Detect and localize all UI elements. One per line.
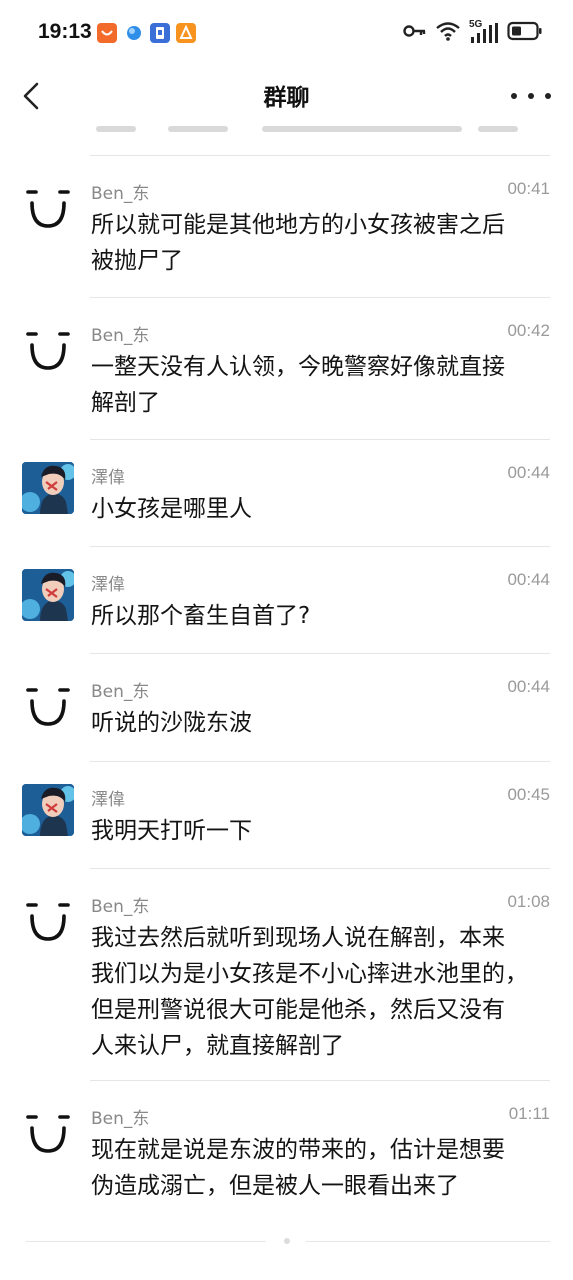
message-text: 所以那个畜生自首了? — [91, 603, 311, 629]
message-item[interactable]: Ben_东 00:42 一整天没有人认领，今晚警察好像就直接 解剖了 — [0, 298, 573, 439]
message-text: 我过去然后就听到现场人说在解剖，本来 我们以为是小女孩是不小心摔进水池里的， 但… — [91, 925, 528, 1059]
message-time: 00:44 — [507, 463, 550, 482]
message-time: 01:11 — [508, 1104, 550, 1123]
photo-avatar[interactable] — [22, 462, 74, 514]
app-notification-icon-orange — [97, 23, 117, 43]
sender-name: 澤偉 — [91, 575, 125, 595]
more-button[interactable] — [511, 78, 551, 114]
message-time: 01:08 — [507, 892, 550, 911]
sender-name: Ben_东 — [91, 326, 150, 346]
message-time: 00:44 — [507, 677, 550, 696]
smiley-face-avatar[interactable] — [22, 895, 74, 947]
nav-bar: 群聊 — [0, 66, 573, 126]
message-time: 00:42 — [507, 321, 550, 340]
battery-icon — [507, 21, 543, 45]
key-icon — [403, 23, 427, 43]
sender-name: 澤偉 — [91, 790, 125, 810]
message-item[interactable]: 澤偉 00:44 小女孩是哪里人 — [0, 440, 573, 546]
message-text: 现在就是说是东波的带来的，估计是想要 伪造成溺亡，但是被人一眼看出来了 — [91, 1137, 505, 1199]
message-item[interactable]: 澤偉 00:45 我明天打听一下 — [0, 762, 573, 868]
message-item[interactable]: Ben_东 00:41 所以就可能是其他地方的小女孩被害之后 被抛尸了 — [0, 156, 573, 297]
photo-avatar[interactable] — [22, 569, 74, 621]
message-item[interactable]: Ben_东 00:44 听说的沙陇东波 — [0, 654, 573, 761]
more-icon-dot — [528, 93, 534, 99]
system-icons: 5G — [403, 18, 543, 48]
more-icon-dot — [545, 93, 551, 99]
sender-name: Ben_东 — [91, 1109, 150, 1129]
photo-avatar[interactable] — [22, 784, 74, 836]
message-text: 一整天没有人认领，今晚警察好像就直接 解剖了 — [91, 354, 505, 416]
sender-name: Ben_东 — [91, 897, 150, 917]
bottom-divider-right — [306, 1241, 550, 1242]
smiley-face-avatar[interactable] — [22, 324, 74, 376]
smiley-face-avatar[interactable] — [22, 680, 74, 732]
message-item[interactable]: Ben_东 01:11 现在就是说是东波的带来的，估计是想要 伪造成溺亡，但是被… — [0, 1081, 573, 1221]
app-notification-icon-blue — [124, 23, 144, 43]
message-item[interactable]: 澤偉 00:44 所以那个畜生自首了? — [0, 547, 573, 653]
message-text: 所以就可能是其他地方的小女孩被害之后 被抛尸了 — [91, 212, 505, 274]
sender-name: 澤偉 — [91, 468, 125, 488]
status-bar: 19:13 5G — [0, 0, 573, 66]
more-icon-dot — [511, 93, 517, 99]
bottom-divider-left — [26, 1241, 266, 1242]
message-text: 听说的沙陇东波 — [91, 710, 252, 736]
app-notification-icon-blue-square — [150, 23, 170, 43]
page-title: 群聊 — [263, 85, 310, 111]
message-time: 00:41 — [507, 179, 550, 198]
wifi-icon — [435, 21, 461, 45]
bottom-dot — [284, 1238, 290, 1244]
message-time: 00:45 — [507, 785, 550, 804]
smiley-face-avatar[interactable] — [22, 182, 74, 234]
app-notification-icon-orange-square — [176, 23, 196, 43]
signal-icon: 5G — [469, 19, 499, 45]
sender-name: Ben_东 — [91, 682, 150, 702]
message-item[interactable]: Ben_东 01:08 我过去然后就听到现场人说在解剖，本来 我们以为是小女孩是… — [0, 869, 573, 1080]
scrolled-message-remnant — [0, 126, 573, 154]
message-text: 我明天打听一下 — [91, 818, 252, 844]
message-text: 小女孩是哪里人 — [91, 496, 252, 522]
smiley-face-avatar[interactable] — [22, 1107, 74, 1159]
status-time: 19:13 — [38, 20, 92, 43]
message-time: 00:44 — [507, 570, 550, 589]
sender-name: Ben_东 — [91, 184, 150, 204]
